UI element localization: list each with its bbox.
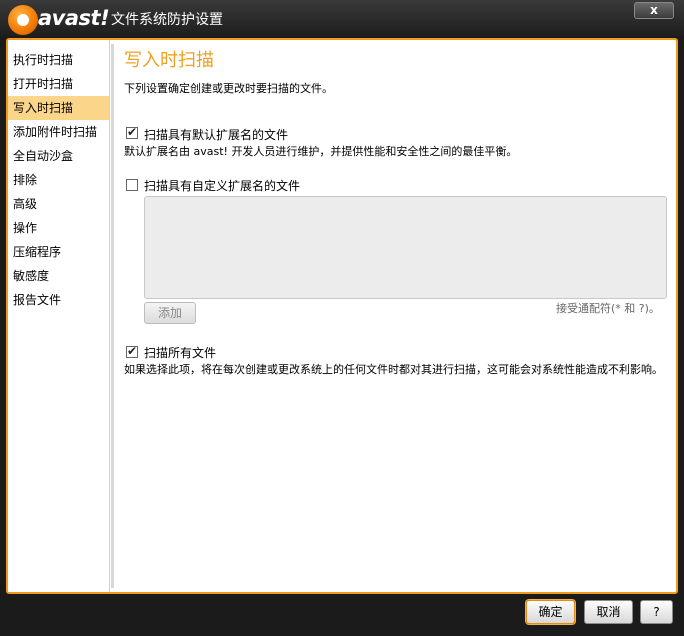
page-title: 写入时扫描 [124, 50, 214, 71]
page-description: 下列设置确定创建或更改时要扫描的文件。 [124, 82, 333, 95]
sidebar-item-exclusions[interactable]: 排除 [8, 168, 109, 192]
avast-logo: avast! [8, 4, 110, 35]
settings-panel: 执行时扫描 打开时扫描 写入时扫描 添加附件时扫描 全自动沙盒 排除 高级 操作… [6, 38, 678, 594]
content-area: 写入时扫描 下列设置确定创建或更改时要扫描的文件。 扫描具有默认扩展名的文件 默… [122, 40, 674, 592]
default-ext-checkbox[interactable] [126, 125, 138, 139]
all-files-label[interactable]: 扫描所有文件 [144, 344, 216, 361]
close-button[interactable]: x [634, 2, 674, 19]
default-ext-label[interactable]: 扫描具有默认扩展名的文件 [144, 126, 288, 143]
sidebar-item-actions[interactable]: 操作 [8, 216, 109, 240]
sidebar-item-report-file[interactable]: 报告文件 [8, 288, 109, 312]
custom-ext-checkbox[interactable] [126, 179, 138, 191]
sidebar-item-sensitivity[interactable]: 敏感度 [8, 264, 109, 288]
sidebar-item-execute-scan[interactable]: 执行时扫描 [8, 48, 109, 72]
ok-button[interactable]: 确定 [526, 600, 575, 624]
sidebar-item-advanced[interactable]: 高级 [8, 192, 109, 216]
all-files-description: 如果选择此项，将在每次创建或更改系统上的任何文件时都对其进行扫描，这可能会对系统… [124, 363, 663, 376]
sidebar-item-attach-scan[interactable]: 添加附件时扫描 [8, 120, 109, 144]
wildcard-hint: 接受通配符(* 和 ?)。 [556, 302, 660, 315]
add-button[interactable]: 添加 [144, 302, 196, 324]
title-bar: avast! 文件系统防护设置 x [0, 0, 684, 36]
help-button[interactable]: ? [640, 600, 673, 624]
custom-ext-list[interactable] [144, 196, 667, 299]
sidebar-item-packers[interactable]: 压缩程序 [8, 240, 109, 264]
default-ext-description: 默认扩展名由 avast! 开发人员进行维护，并提供性能和安全性之间的最佳平衡。 [124, 145, 518, 158]
sidebar-item-autosandbox[interactable]: 全自动沙盒 [8, 144, 109, 168]
sidebar-item-write-scan[interactable]: 写入时扫描 [8, 96, 109, 120]
sidebar: 执行时扫描 打开时扫描 写入时扫描 添加附件时扫描 全自动沙盒 排除 高级 操作… [8, 40, 114, 592]
cancel-button[interactable]: 取消 [584, 600, 633, 624]
custom-ext-label[interactable]: 扫描具有自定义扩展名的文件 [144, 177, 300, 194]
avast-logo-icon [8, 5, 38, 35]
brand-name: avast! [38, 6, 110, 30]
sidebar-item-open-scan[interactable]: 打开时扫描 [8, 72, 109, 96]
all-files-checkbox[interactable] [126, 344, 138, 358]
window-title: 文件系统防护设置 [111, 12, 223, 28]
